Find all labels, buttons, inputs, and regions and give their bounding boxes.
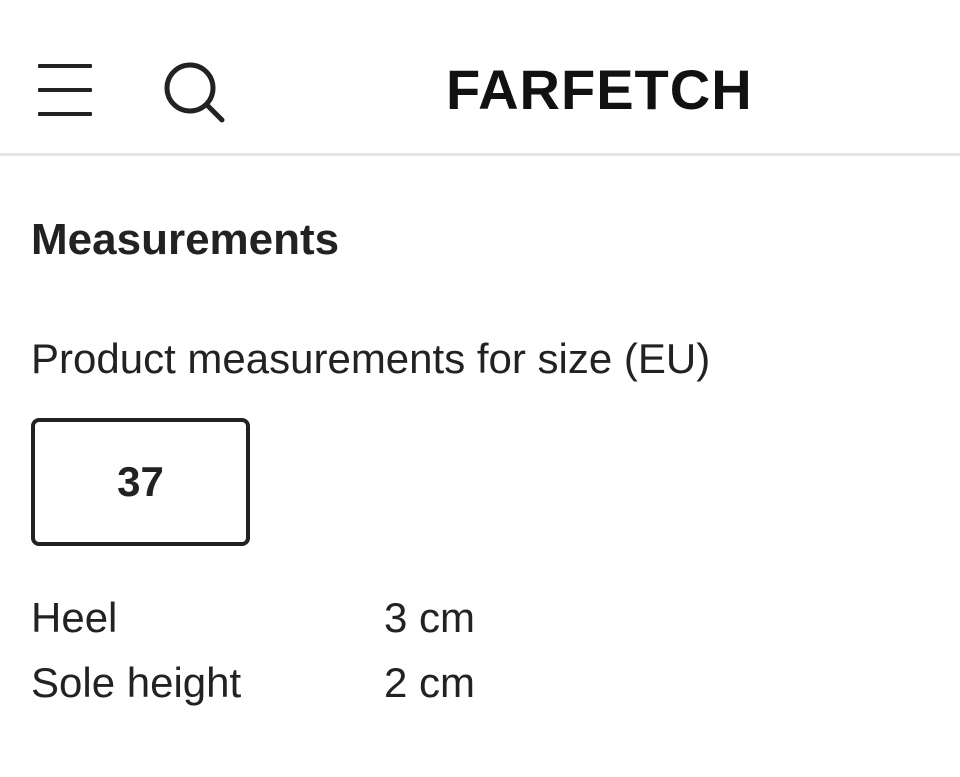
size-option-selected[interactable]: 37 xyxy=(31,418,250,546)
top-header: FARFETCH xyxy=(0,0,960,156)
brand-logo[interactable]: FARFETCH xyxy=(446,58,818,122)
measurement-row: Sole height 2 cm xyxy=(31,655,631,711)
measurement-value: 2 cm xyxy=(384,659,476,706)
size-caption: Product measurements for size (EU) xyxy=(31,335,711,382)
measurement-value: 3 cm xyxy=(384,594,476,641)
size-value: 37 xyxy=(117,458,164,505)
search-icon-graphic xyxy=(164,62,225,123)
menu-line-middle xyxy=(38,88,92,92)
menu-line-top xyxy=(38,64,92,68)
menu-line-bottom xyxy=(38,112,92,116)
measurement-label: Heel xyxy=(31,594,118,641)
measurement-label: Sole height xyxy=(31,659,242,706)
hamburger-menu-icon[interactable] xyxy=(34,60,94,120)
measurement-row: Heel 3 cm xyxy=(31,590,631,646)
search-icon[interactable] xyxy=(158,58,228,124)
section-title: Measurements xyxy=(31,215,340,264)
